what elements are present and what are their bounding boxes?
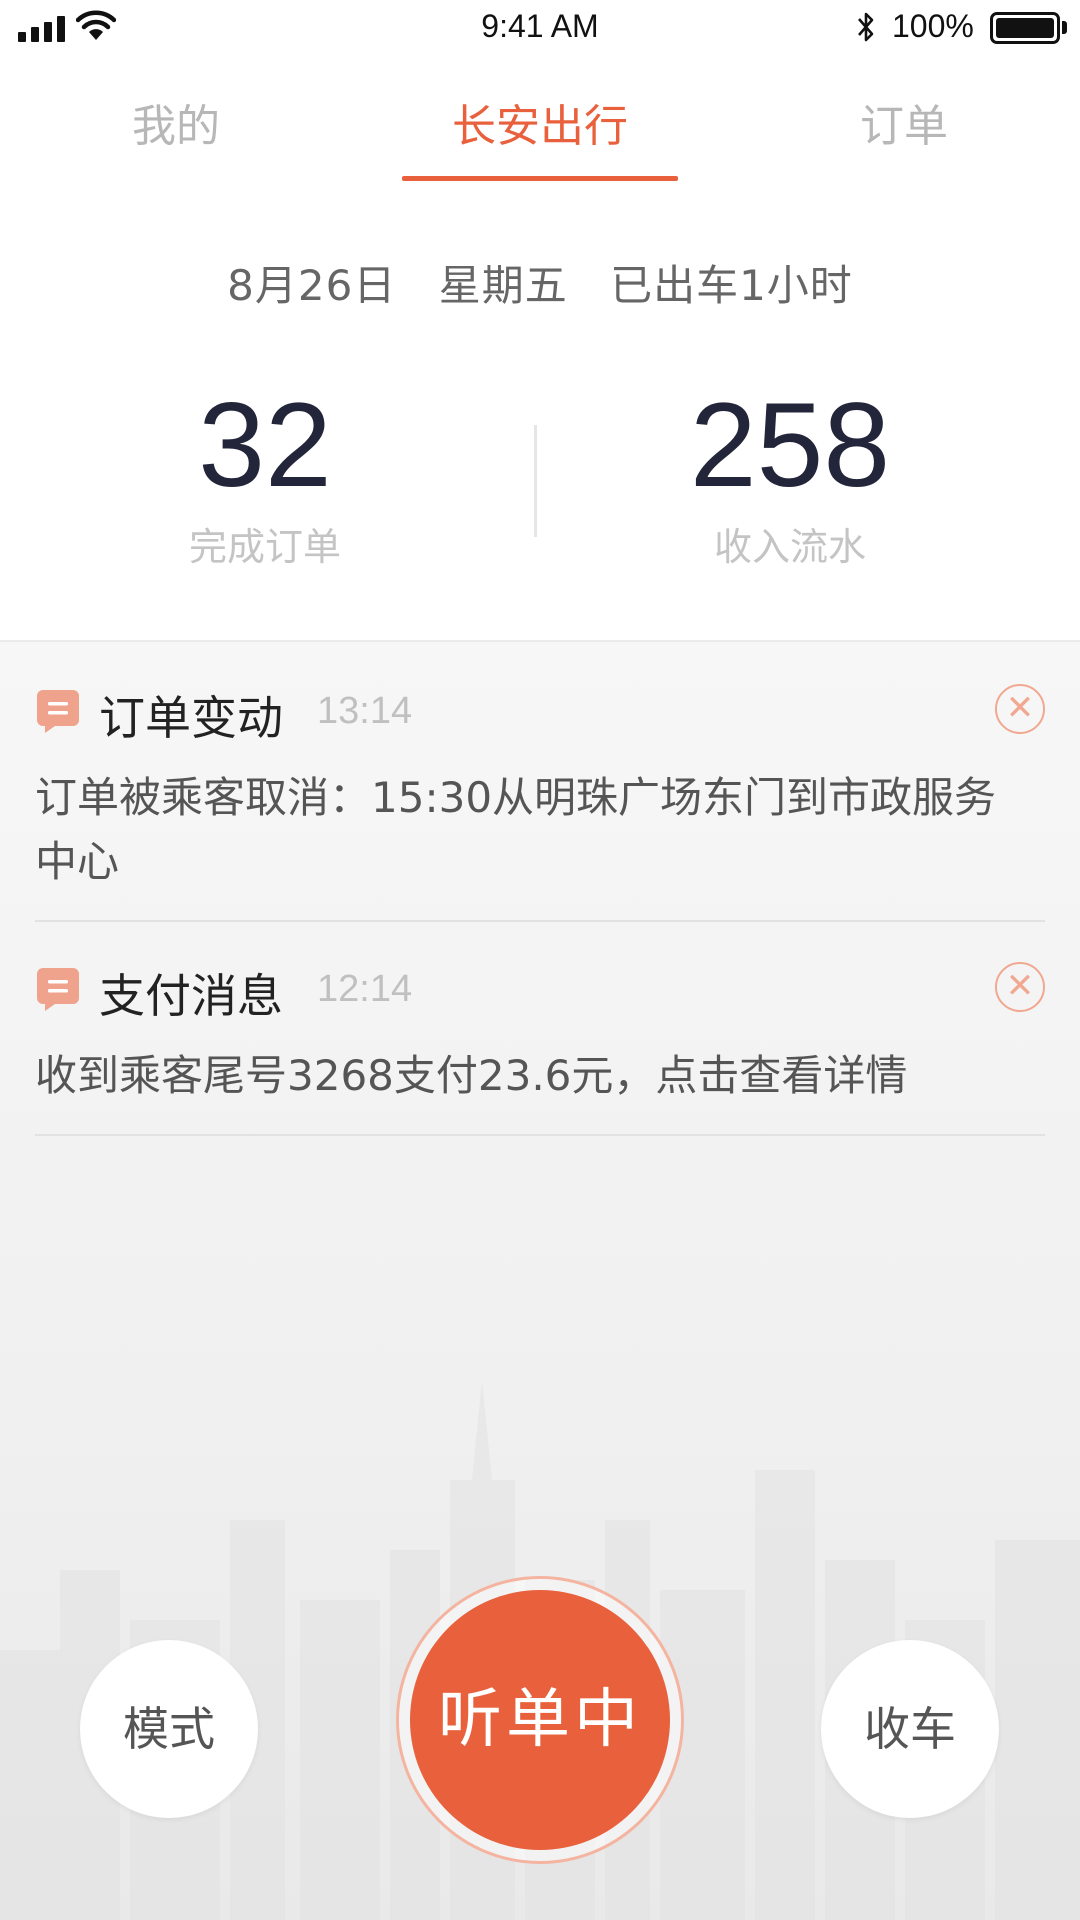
mode-button[interactable]: 模式 — [80, 1640, 258, 1818]
tab-orders[interactable]: 订单 — [860, 90, 948, 154]
notice-order-change[interactable]: 订单变动 13:14 ✕ 订单被乘客取消：15:30从明珠广场东门到市政服务中心 — [35, 682, 1045, 894]
divider — [35, 1134, 1045, 1136]
tab-mine[interactable]: 我的 — [132, 90, 220, 154]
end-shift-button[interactable]: 收车 — [821, 1640, 999, 1818]
close-icon[interactable]: ✕ — [995, 962, 1045, 1012]
message-icon — [37, 968, 79, 1011]
notice-title: 支付消息 — [99, 969, 283, 1023]
notice-payment[interactable]: 支付消息 12:14 ✕ 收到乘客尾号3268支付23.6元，点击查看详情 — [35, 960, 1045, 1108]
notice-time: 12:14 — [317, 968, 413, 1010]
message-icon — [37, 690, 79, 733]
tab-changan-travel[interactable]: 长安出行 — [452, 90, 628, 154]
notice-body: 订单被乘客取消：15:30从明珠广场东门到市政服务中心 — [35, 773, 997, 886]
notice-time: 13:14 — [317, 690, 413, 732]
income-label: 收入流水 — [713, 525, 866, 569]
status-bar: 9:41 AM 100% — [0, 0, 1080, 56]
top-tabs: 我的 长安出行 订单 — [0, 80, 1080, 190]
active-tab-indicator — [402, 176, 678, 181]
battery-icon — [990, 12, 1060, 44]
battery-percent: 100% — [892, 8, 974, 44]
duration-text: 已出车1小时 — [610, 261, 853, 310]
stat-income: 258 收入流水 — [590, 380, 990, 571]
orders-label: 完成订单 — [188, 525, 341, 569]
battery-cap — [1062, 21, 1067, 34]
stat-divider — [534, 425, 537, 537]
notice-title: 订单变动 — [99, 691, 283, 745]
close-icon[interactable]: ✕ — [995, 684, 1045, 734]
notice-body: 收到乘客尾号3268支付23.6元，点击查看详情 — [35, 1051, 908, 1100]
stat-completed-orders: 32 完成订单 — [65, 380, 465, 571]
date-info: 8月26日 星期五 已出车1小时 — [0, 252, 1080, 313]
listening-button[interactable]: 听单中 — [410, 1590, 670, 1850]
income-amount: 258 — [689, 378, 891, 512]
weekday-text: 星期五 — [438, 261, 568, 310]
bluetooth-icon — [858, 12, 874, 42]
divider — [35, 920, 1045, 922]
date-text: 8月26日 — [227, 261, 397, 310]
orders-count: 32 — [198, 378, 332, 512]
